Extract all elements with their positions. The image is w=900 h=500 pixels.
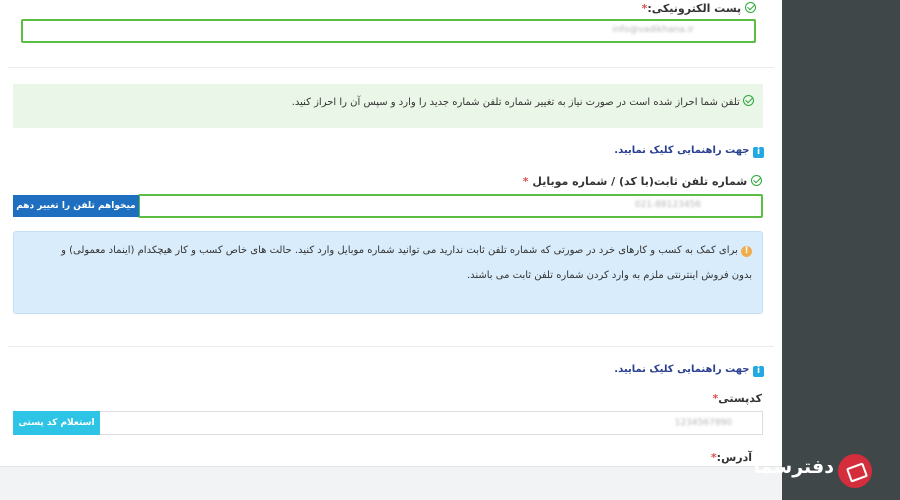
change-phone-button[interactable]: میخواهم تلفن را تغییر دهم bbox=[13, 195, 139, 217]
address-label: آدرس:* bbox=[710, 451, 752, 464]
info-icon: i bbox=[753, 366, 764, 377]
phone-value: 021-88123456 bbox=[634, 200, 701, 210]
check-circle-icon bbox=[743, 95, 754, 106]
screen: پست الکترونیکی:* info@vadikhana.ir تلفن … bbox=[0, 0, 900, 500]
email-input[interactable]: info@vadikhana.ir bbox=[21, 19, 756, 43]
phone-verified-text: تلفن شما احراز شده است در صورت نیاز به ت… bbox=[291, 97, 740, 108]
email-label: پست الکترونیکی:* bbox=[642, 2, 756, 15]
form-content: پست الکترونیکی:* info@vadikhana.ir تلفن … bbox=[0, 0, 782, 500]
warning-icon: ! bbox=[741, 246, 752, 257]
email-value: info@vadikhana.ir bbox=[612, 25, 694, 35]
footer-bar bbox=[0, 466, 782, 500]
help-link[interactable]: i جهت راهنمایی کلیک نمایید. bbox=[614, 364, 764, 377]
brand-name: دفترسما bbox=[753, 456, 834, 478]
postal-code-label: کدپستی* bbox=[712, 392, 762, 405]
brand-watermark: دفترسما bbox=[754, 448, 880, 494]
check-circle-icon bbox=[745, 2, 756, 13]
postal-inquiry-button[interactable]: استعلام کد پستی bbox=[13, 411, 100, 435]
postal-code-input[interactable]: 1234567890 bbox=[99, 411, 763, 435]
postal-code-value: 1234567890 bbox=[674, 418, 732, 428]
side-panel bbox=[782, 0, 900, 500]
divider bbox=[8, 346, 774, 347]
check-circle-icon bbox=[751, 175, 762, 186]
phone-input[interactable]: 021-88123456 bbox=[138, 194, 763, 218]
phone-label: شماره تلفن ثابت(با کد) / شماره موبایل * bbox=[523, 175, 762, 188]
info-icon: i bbox=[753, 147, 764, 158]
divider bbox=[8, 67, 774, 68]
info-alert-line1: برای کمک به کسب و کارهای خرد در صورتی که… bbox=[61, 245, 738, 256]
required-mark: * bbox=[522, 175, 529, 188]
help-link[interactable]: i جهت راهنمایی کلیک نمایید. bbox=[614, 145, 764, 158]
info-alert: ! برای کمک به کسب و کارهای خرد در صورتی … bbox=[13, 231, 763, 314]
phone-verified-alert: تلفن شما احراز شده است در صورت نیاز به ت… bbox=[13, 84, 763, 128]
brand-logo-icon bbox=[838, 454, 872, 488]
info-alert-line2: بدون فروش اینترنتی ملزم به وارد کردن شما… bbox=[466, 270, 752, 281]
